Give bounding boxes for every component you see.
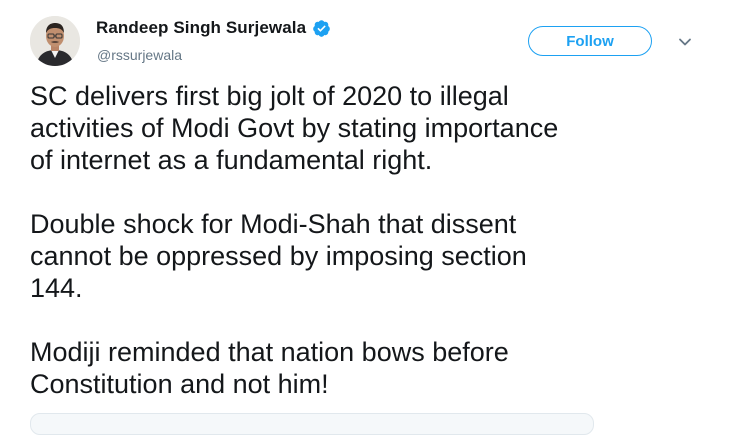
tweet-text: SC delivers first big jolt of 2020 to il… (30, 80, 710, 432)
tweet-paragraph: SC delivers first big jolt of 2020 to il… (30, 81, 559, 175)
tweet-paragraph: Modiji reminded that nation bows before … (30, 337, 509, 399)
author-name-row[interactable]: Randeep Singh Surjewala (96, 18, 331, 38)
author-handle[interactable]: @rssurjewala (97, 47, 182, 63)
tweet-paragraph: Double shock for Modi-Shah that dissent … (30, 209, 527, 303)
author-display-name[interactable]: Randeep Singh Surjewala (96, 18, 306, 38)
follow-button[interactable]: Follow (528, 26, 652, 56)
avatar-photo-icon (30, 16, 80, 66)
media-card-edge[interactable] (30, 413, 594, 435)
verified-badge-icon (312, 19, 331, 38)
author-avatar[interactable] (30, 16, 80, 66)
chevron-down-icon[interactable] (676, 33, 694, 51)
tweet-card: Randeep Singh Surjewala @rssurjewala Fol… (0, 0, 730, 435)
